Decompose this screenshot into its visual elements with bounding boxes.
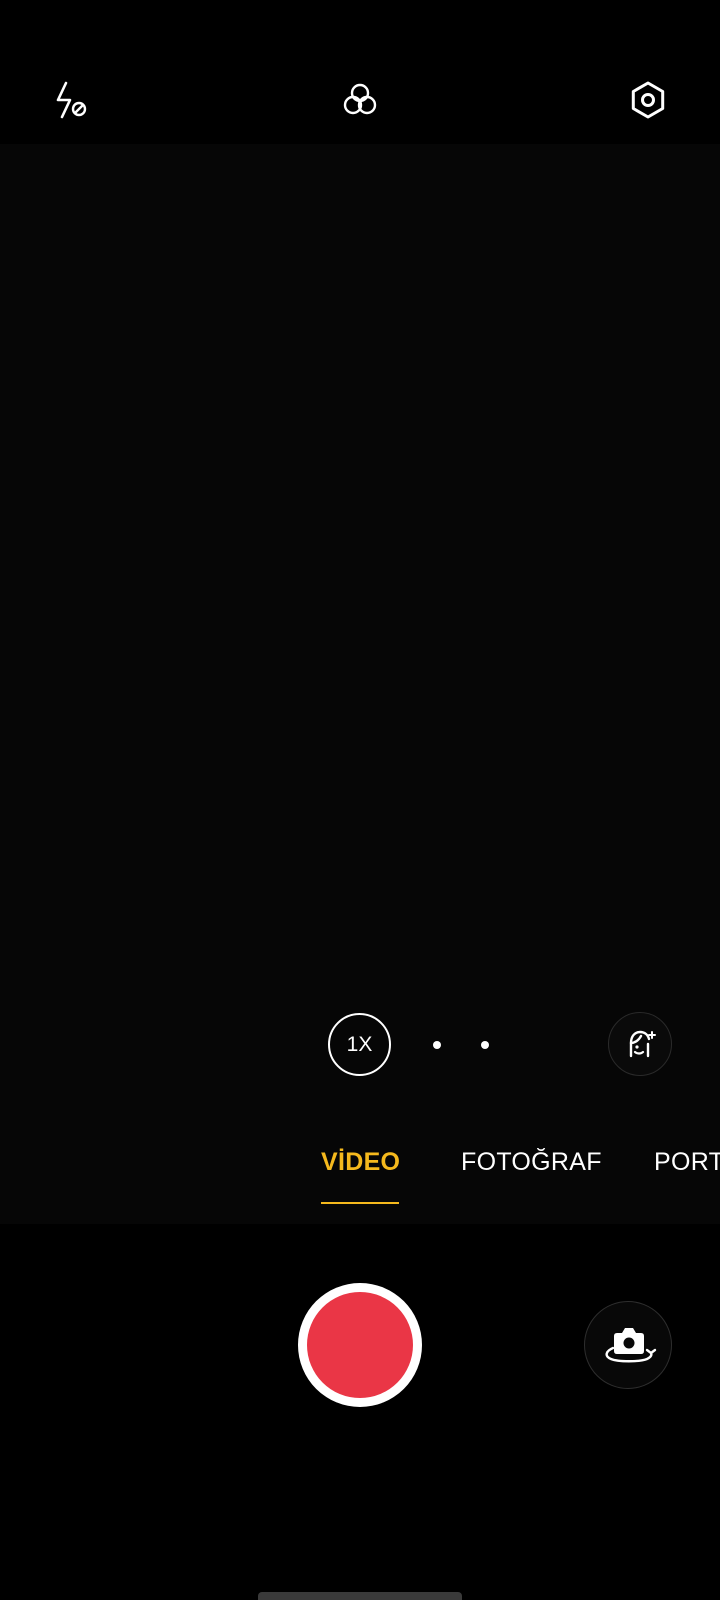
camera-mode-selector: VİDEO FOTOĞRAF PORT — [0, 1140, 720, 1200]
beauty-mode-button[interactable] — [608, 1012, 672, 1076]
home-indicator-bar[interactable] — [258, 1592, 462, 1600]
filter-icon — [343, 83, 377, 115]
camera-flip-icon — [605, 1328, 657, 1363]
mode-photo[interactable]: FOTOĞRAF — [461, 1148, 602, 1177]
active-mode-indicator — [321, 1202, 399, 1204]
zoom-level-button[interactable]: 1X — [328, 1013, 391, 1076]
top-toolbar — [0, 0, 720, 144]
mode-portrait[interactable]: PORT — [654, 1148, 720, 1177]
record-button-core — [307, 1292, 413, 1398]
mode-video[interactable]: VİDEO — [321, 1148, 400, 1177]
face-beauty-icon — [629, 1030, 656, 1058]
settings-button[interactable] — [620, 72, 676, 128]
settings-icon — [631, 81, 665, 119]
zoom-option-dot[interactable] — [433, 1041, 441, 1049]
flash-off-icon — [56, 81, 87, 119]
zoom-option-dot[interactable] — [481, 1041, 489, 1049]
switch-camera-button[interactable] — [584, 1301, 672, 1389]
zoom-level-label: 1X — [346, 1032, 373, 1056]
filter-button[interactable] — [332, 72, 388, 128]
record-button[interactable] — [298, 1283, 422, 1407]
flash-toggle-button[interactable] — [44, 72, 100, 128]
